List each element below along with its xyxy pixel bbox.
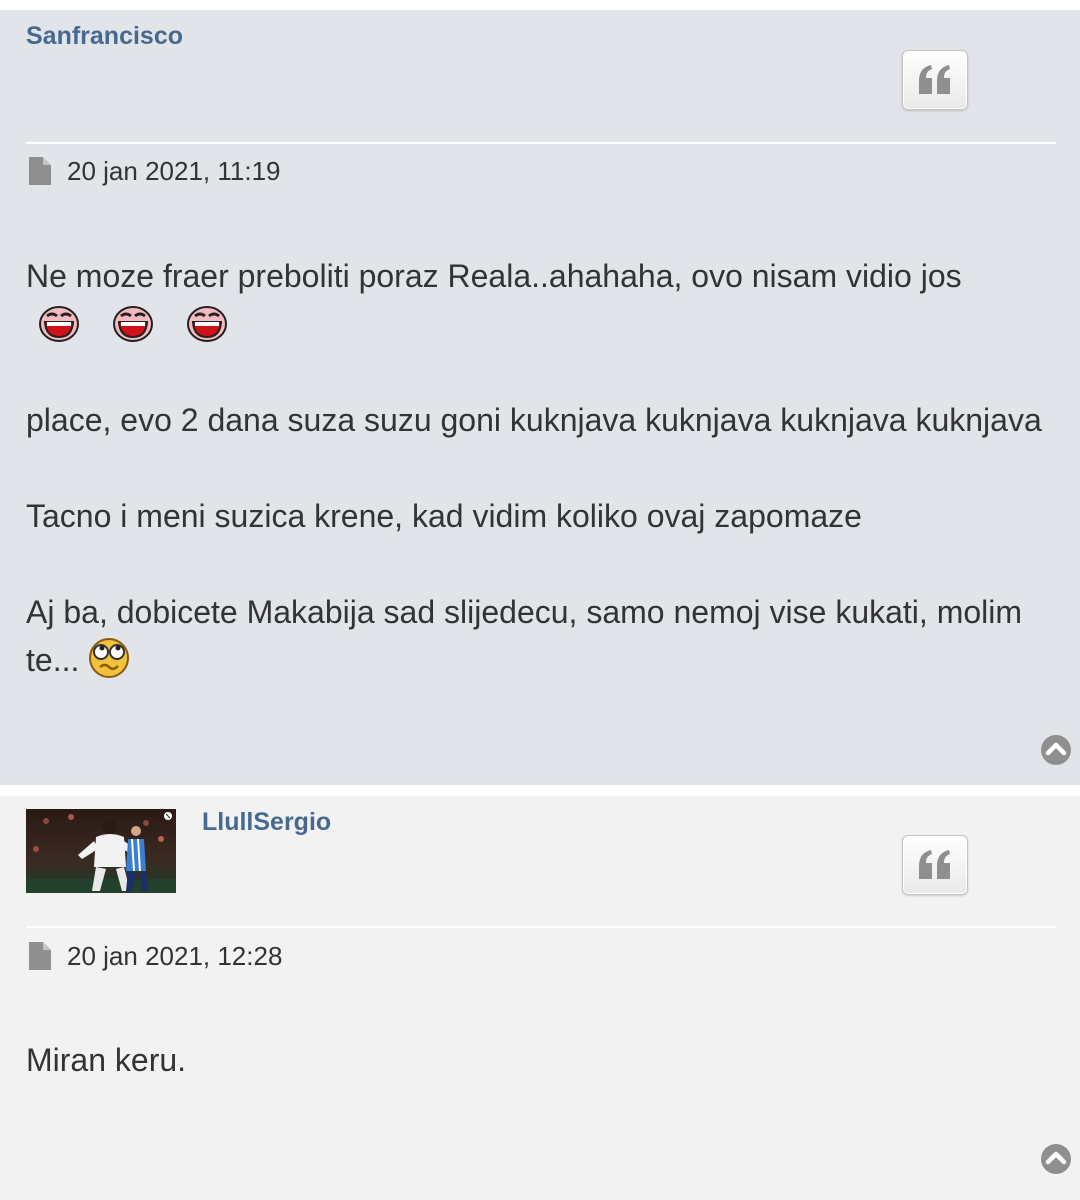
post-divider	[26, 142, 1056, 144]
post-date: 20 jan 2021, 11:19	[67, 155, 281, 186]
post-meta: 20 jan 2021, 11:19	[26, 154, 280, 188]
post-content: Miran keru.	[26, 1036, 1046, 1084]
post-divider	[26, 926, 1056, 928]
post-text-line: place, evo 2 dana suza suzu goni kuknjav…	[26, 402, 1042, 438]
football-player-avatar	[26, 809, 176, 893]
post-content: Ne moze fraer preboliti poraz Reala..aha…	[26, 252, 1046, 684]
post-sanfrancisco: Sanfrancisco 20 jan 2021, 11:19 Ne moze …	[0, 10, 1080, 785]
post-author-link[interactable]: Sanfrancisco	[26, 22, 183, 51]
post-llullsergio: LlullSergio 20 jan 2021, 12:28 Miran ker…	[0, 796, 1080, 1200]
post-text-line: Miran keru.	[26, 1042, 187, 1078]
post-author-link[interactable]: LlullSergio	[202, 808, 331, 837]
quote-icon	[919, 65, 950, 94]
file-icon	[29, 942, 51, 970]
post-meta: 20 jan 2021, 12:28	[26, 939, 282, 973]
post-date: 20 jan 2021, 12:28	[67, 940, 283, 971]
laughing-smiley-icon	[39, 306, 79, 342]
file-icon	[29, 157, 51, 185]
chevron-up-circle-icon[interactable]	[1040, 1143, 1072, 1175]
post-text-line: Ne moze fraer preboliti poraz Reala..aha…	[26, 258, 962, 294]
chevron-up-circle-icon[interactable]	[1040, 734, 1072, 766]
laughing-smiley-icon	[187, 306, 227, 342]
smiley-row	[26, 300, 1046, 348]
rolling-eyes-smiley-icon	[89, 638, 130, 678]
quote-button[interactable]	[902, 50, 968, 110]
quote-button[interactable]	[902, 835, 968, 895]
laughing-smiley-icon	[113, 306, 153, 342]
quote-icon	[919, 850, 950, 879]
post-text-line: Aj ba, dobicete Makabija sad slijedecu, …	[26, 588, 1046, 684]
avatar[interactable]	[26, 809, 176, 893]
post-text-fragment: Aj ba, dobicete Makabija sad slijedecu, …	[26, 594, 1023, 678]
post-text-line: Tacno i meni suzica krene, kad vidim kol…	[26, 498, 862, 534]
